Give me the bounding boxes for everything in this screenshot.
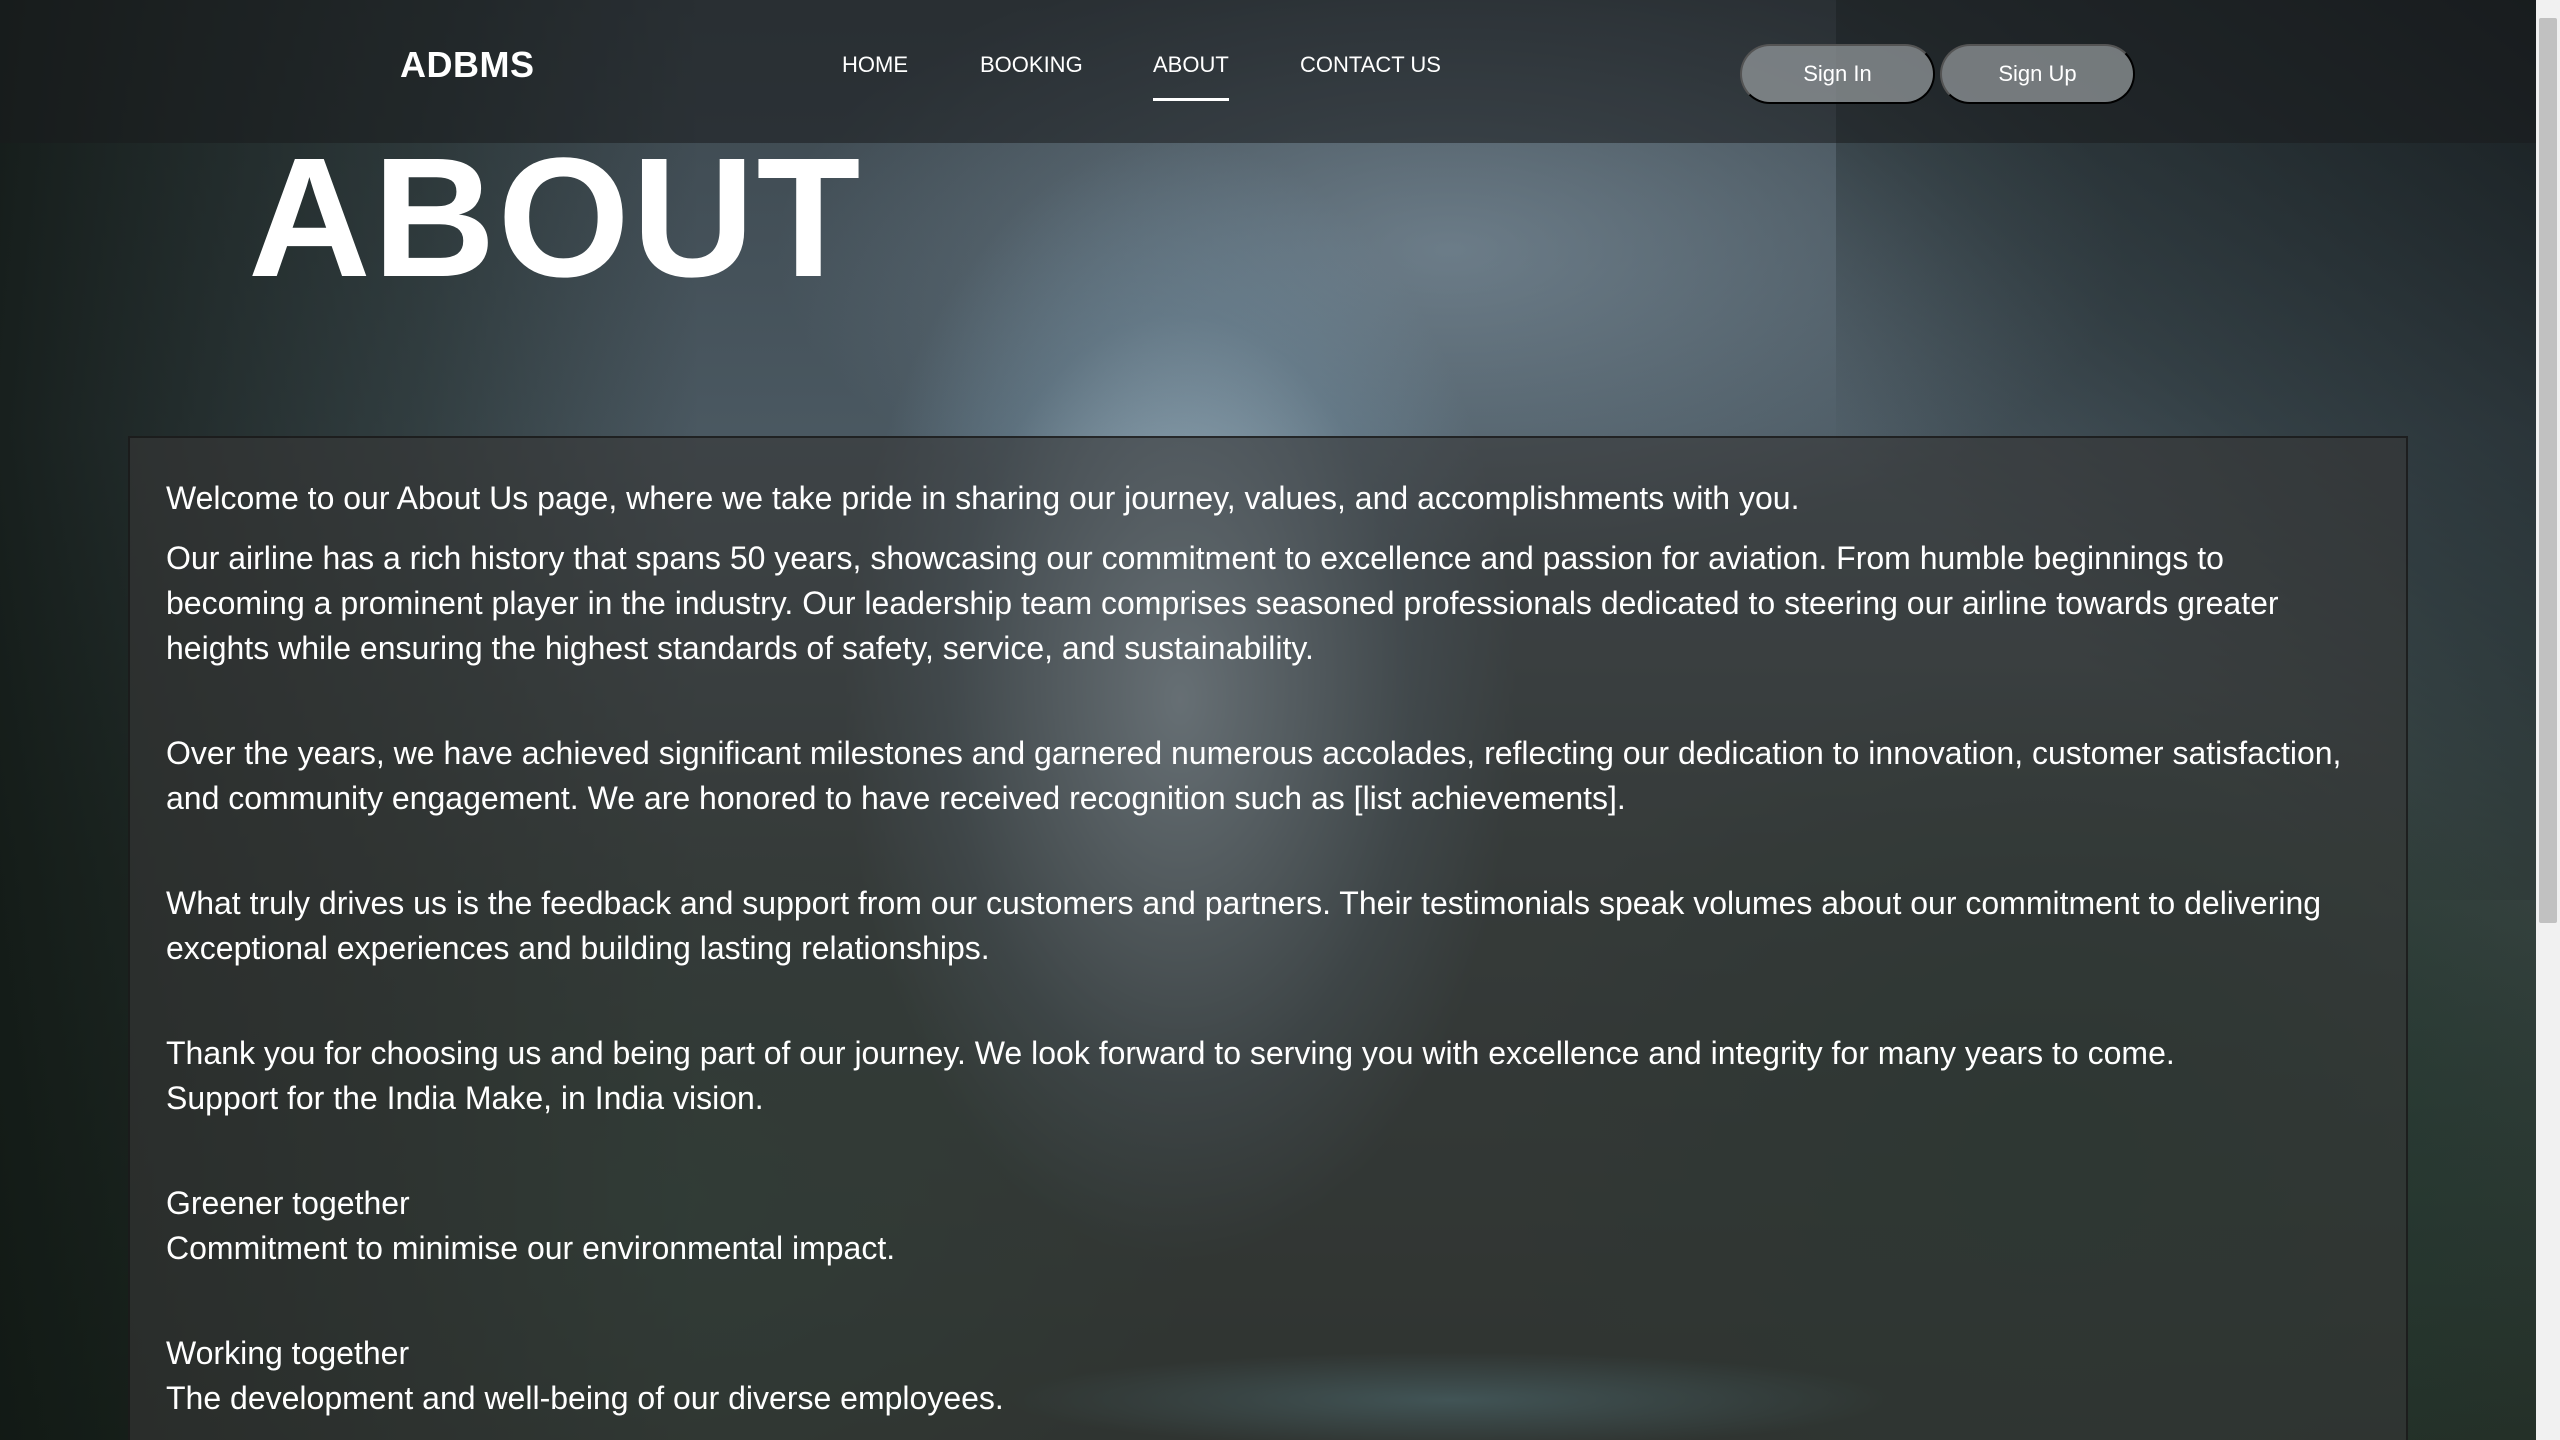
nav-home-link[interactable]: HOME — [842, 52, 908, 78]
milestones-paragraph: Over the years, we have achieved signifi… — [166, 735, 2342, 816]
sign-in-button[interactable]: Sign In — [1740, 44, 1935, 104]
nav-about-link[interactable]: ABOUT — [1153, 52, 1229, 101]
thanks-line: Thank you for choosing us and being part… — [166, 1035, 2175, 1071]
greener-title: Greener together — [166, 1185, 410, 1221]
working-together-section: Working together The development and wel… — [166, 1331, 2370, 1421]
history-paragraph: Our airline has a rich history that span… — [166, 540, 2279, 666]
working-title: Working together — [166, 1335, 410, 1371]
scrollbar-thumb[interactable] — [2539, 18, 2557, 923]
intro-paragraph: Welcome to our About Us page, where we t… — [166, 480, 1800, 516]
sign-up-button[interactable]: Sign Up — [1940, 44, 2135, 104]
top-navbar: ADBMS HOME BOOKING ABOUT CONTACT US Sign… — [0, 0, 2536, 143]
page-title: ABOUT — [248, 123, 863, 313]
greener-text: Commitment to minimise our environmental… — [166, 1230, 896, 1266]
about-content-panel: Welcome to our About Us page, where we t… — [128, 436, 2408, 1440]
site-logo[interactable]: ADBMS — [400, 44, 535, 86]
vision-line: Support for the India Make, in India vis… — [166, 1080, 764, 1116]
working-text: The development and well-being of our di… — [166, 1380, 1004, 1416]
thanks-paragraph: Thank you for choosing us and being part… — [166, 1031, 2370, 1121]
nav-booking-link[interactable]: BOOKING — [980, 52, 1083, 78]
nav-contact-us-link[interactable]: CONTACT US — [1300, 52, 1441, 78]
page-scrollbar[interactable] — [2536, 0, 2560, 1440]
feedback-paragraph: What truly drives us is the feedback and… — [166, 885, 2322, 966]
greener-together-section: Greener together Commitment to minimise … — [166, 1181, 2370, 1271]
